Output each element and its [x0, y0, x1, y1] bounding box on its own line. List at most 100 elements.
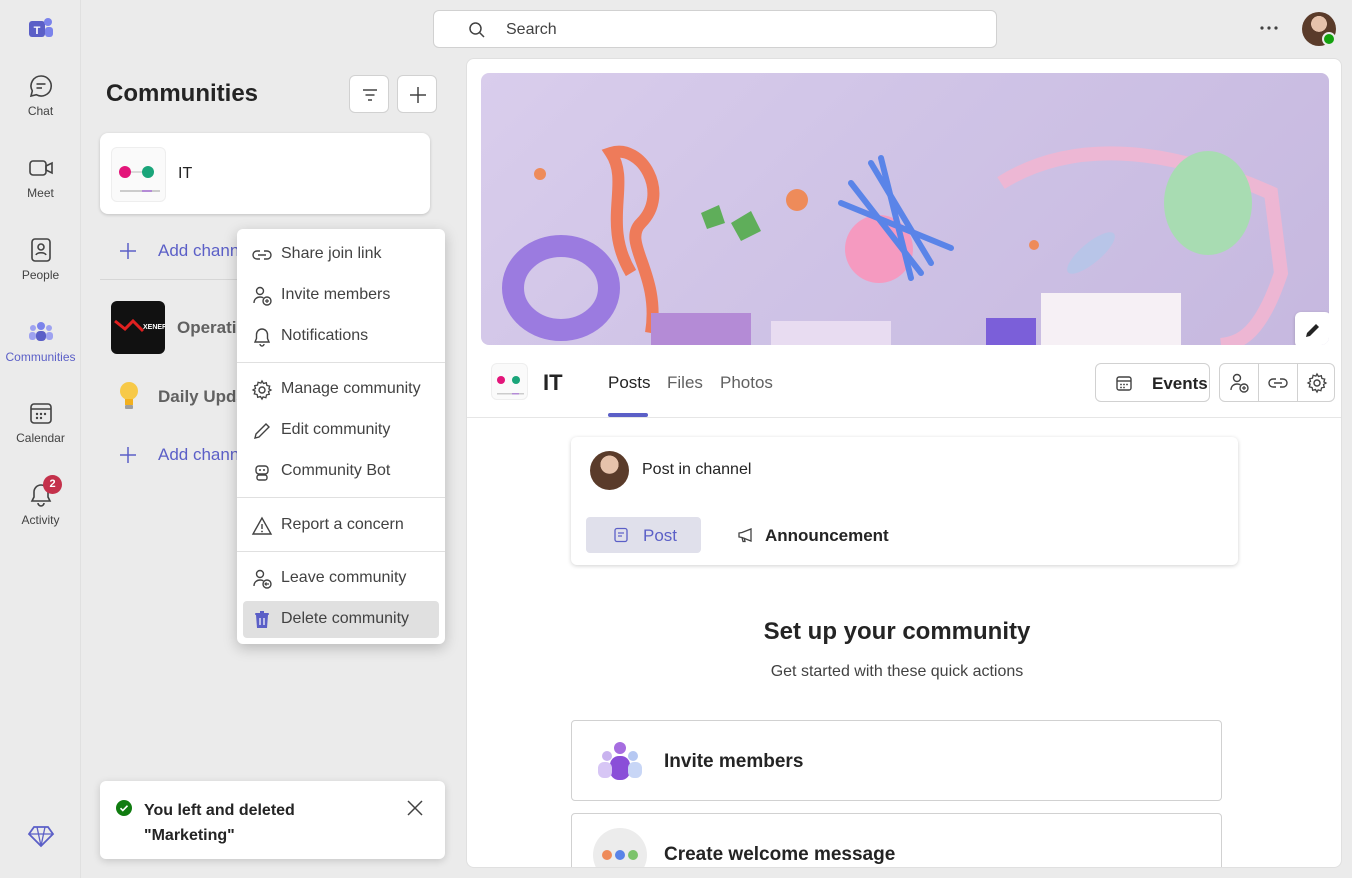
invite-members-action[interactable]: Invite members — [571, 720, 1222, 801]
menu-item-report-concern[interactable]: Report a concern — [243, 507, 439, 544]
community-context-menu: Share join link Invite members Notificat… — [237, 229, 445, 644]
search-placeholder: Search — [506, 21, 557, 38]
header-divider — [467, 417, 1341, 418]
avatar — [590, 451, 629, 490]
rail-label-communities: Communities — [5, 350, 76, 364]
plus-icon — [410, 87, 426, 103]
menu-label: Edit community — [281, 421, 391, 438]
community-main-pane: IT Posts Files Photos Events Post in cha… — [466, 58, 1342, 868]
community-name: IT — [178, 165, 193, 182]
announcement-label: Announcement — [765, 526, 889, 545]
teams-logo-icon[interactable]: T — [27, 15, 55, 43]
rail-label-meet: Meet — [27, 186, 54, 200]
welcome-message-icon — [593, 828, 647, 867]
invite-members-button[interactable] — [1220, 364, 1258, 401]
calendar-icon — [1116, 376, 1132, 391]
menu-item-leave-community[interactable]: Leave community — [243, 560, 439, 597]
toast-notification: You left and deleted "Marketing" — [100, 781, 445, 859]
more-options-icon[interactable] — [1255, 16, 1283, 40]
add-channel-label: Add chann — [158, 241, 240, 260]
menu-label: Manage community — [281, 380, 421, 397]
tab-posts[interactable]: Posts — [608, 373, 651, 393]
xenero-logo-icon: XENERO — [114, 318, 165, 333]
post-in-channel-prompt[interactable]: Post in channel — [642, 461, 751, 479]
filter-button[interactable] — [349, 75, 389, 113]
menu-item-edit-community[interactable]: Edit community — [243, 412, 439, 449]
create-welcome-message-action[interactable]: Create welcome message — [571, 813, 1222, 867]
menu-label: Notifications — [281, 327, 369, 344]
bell-icon — [253, 328, 271, 347]
rail-item-people[interactable]: People — [0, 236, 81, 308]
person-add-icon — [1230, 373, 1249, 393]
community-name-daily-updates[interactable]: Daily Upda — [158, 387, 246, 407]
megaphone-icon — [738, 528, 752, 543]
tab-photos[interactable]: Photos — [720, 373, 773, 393]
menu-item-manage-community[interactable]: Manage community — [243, 371, 439, 408]
link-icon — [1268, 378, 1288, 388]
pencil-icon — [254, 423, 270, 439]
menu-item-invite-members[interactable]: Invite members — [243, 277, 439, 314]
premium-diamond-icon[interactable] — [27, 822, 55, 850]
rail-item-activity[interactable]: Activity 2 — [0, 475, 81, 553]
calendar-icon — [29, 403, 52, 424]
menu-label: Share join link — [281, 245, 382, 262]
contact-card-icon — [30, 238, 51, 262]
add-community-button[interactable] — [397, 75, 437, 113]
toast-message-line1: You left and deleted — [144, 802, 295, 819]
panel-title: Communities — [106, 80, 259, 107]
menu-item-delete-community[interactable]: Delete community — [243, 601, 439, 638]
post-type-button[interactable]: Post — [586, 517, 701, 553]
communities-icon — [28, 322, 53, 341]
community-header-name: IT — [543, 370, 563, 395]
bot-icon — [255, 465, 269, 481]
svg-text:XENERO: XENERO — [143, 324, 165, 331]
lightbulb-icon — [120, 382, 138, 409]
menu-item-notifications[interactable]: Notifications — [243, 318, 439, 355]
operations-community-logo[interactable]: XENERO — [111, 301, 165, 354]
toast-message-line2: "Marketing" — [144, 827, 235, 844]
svg-text:T: T — [34, 25, 41, 37]
video-camera-icon — [28, 160, 53, 176]
rail-item-chat[interactable]: Chat — [0, 72, 81, 144]
menu-label: Report a concern — [281, 516, 404, 533]
copy-link-button[interactable] — [1259, 364, 1297, 401]
menu-label: Community Bot — [281, 462, 391, 479]
community-logo-icon — [497, 376, 524, 395]
menu-item-community-bot[interactable]: Community Bot — [243, 453, 439, 490]
person-leave-icon — [253, 569, 272, 589]
close-icon[interactable] — [405, 798, 425, 818]
activity-badge: 2 — [43, 475, 62, 494]
community-card-it[interactable]: IT — [100, 133, 430, 214]
events-button[interactable]: Events — [1095, 363, 1210, 402]
menu-divider — [237, 497, 445, 498]
filter-icon — [363, 89, 377, 101]
invite-members-icon — [598, 742, 642, 780]
post-icon — [614, 527, 628, 543]
divider — [100, 279, 240, 280]
rail-item-calendar[interactable]: Calendar — [0, 399, 81, 471]
rail-item-communities[interactable]: Communities — [0, 318, 81, 390]
create-welcome-message-label: Create welcome message — [664, 844, 896, 865]
menu-label: Leave community — [281, 569, 407, 586]
presence-available-indicator — [1322, 32, 1336, 46]
post-label: Post — [643, 526, 678, 545]
tab-files[interactable]: Files — [667, 373, 703, 393]
edit-banner-button[interactable] — [1295, 312, 1329, 345]
add-channel-label: Add chann — [158, 445, 240, 464]
rail-item-meet[interactable]: Meet — [0, 154, 81, 226]
link-icon — [252, 250, 272, 260]
invite-members-label: Invite members — [664, 751, 804, 772]
rail-label-activity: Activity — [21, 513, 60, 527]
menu-label: Invite members — [281, 286, 391, 303]
settings-button[interactable] — [1298, 364, 1336, 401]
search-input[interactable]: Search — [433, 10, 997, 48]
plus-icon — [120, 447, 136, 463]
community-header-thumbnail — [491, 363, 528, 400]
compose-post-card: Post in channel Post Announcement — [571, 437, 1238, 565]
menu-item-share-join-link[interactable]: Share join link — [243, 236, 439, 273]
rail-label-people: People — [21, 268, 60, 282]
menu-divider — [237, 551, 445, 552]
community-logo-icon — [119, 166, 160, 192]
pencil-icon — [1306, 324, 1319, 337]
announcement-button[interactable]: Announcement — [731, 517, 901, 553]
